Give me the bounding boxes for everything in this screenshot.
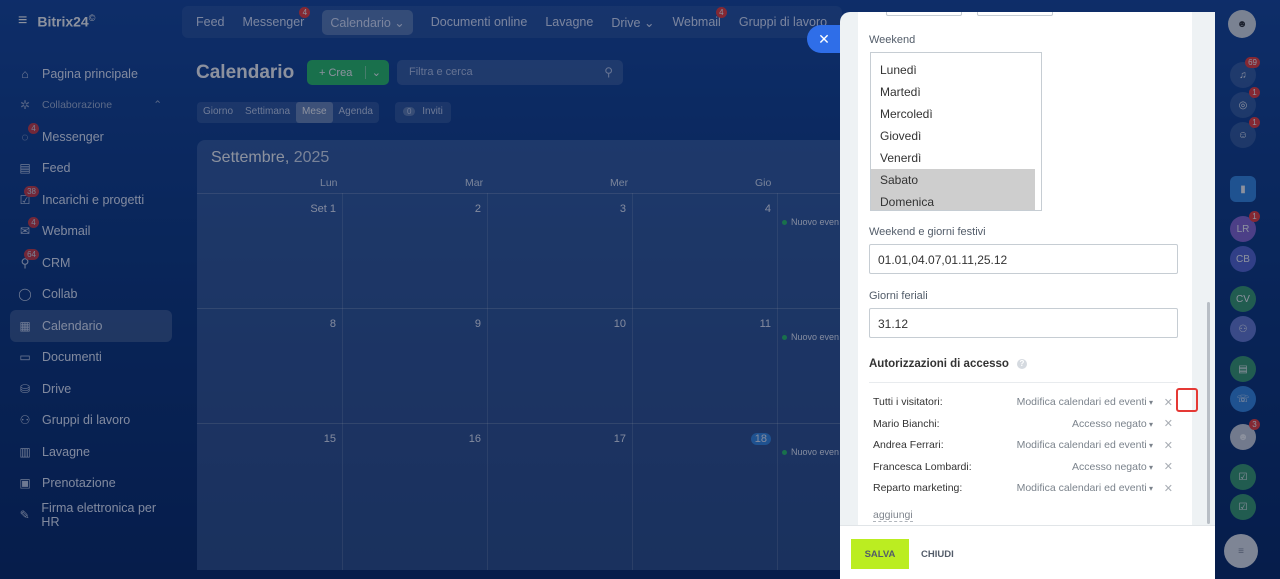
remove-icon[interactable]: ✕	[1153, 396, 1173, 409]
access-label: Autorizzazioni di accesso	[869, 358, 1009, 370]
access-row: Andrea Ferrari: Modifica calendari ed eve…	[873, 436, 1173, 454]
weekend-option[interactable]: Giovedì	[871, 125, 1041, 147]
field-top-left[interactable]	[886, 12, 962, 16]
remove-icon[interactable]: ✕	[1153, 460, 1173, 473]
workdays-label: Giorni feriali	[869, 290, 928, 302]
remove-icon[interactable]: ✕	[1153, 439, 1173, 452]
holidays-field[interactable]: 01.01,04.07,01.11,25.12	[869, 244, 1178, 274]
remove-icon[interactable]: ✕	[1153, 482, 1173, 495]
access-level-dropdown[interactable]: Accesso negato	[1072, 418, 1153, 430]
panel-footer: SALVA CHIUDI	[840, 525, 1215, 579]
access-name: Andrea Ferrari:	[873, 439, 944, 452]
save-button[interactable]: SALVA	[851, 539, 909, 569]
weekend-select[interactable]: Lunedì Martedì Mercoledì Giovedì Venerdì Saba…	[870, 52, 1042, 211]
access-level-dropdown[interactable]: Modifica calendari ed eventi	[1017, 396, 1153, 408]
access-row: Mario Bianchi: Accesso negato✕	[873, 415, 1173, 433]
access-row: Reparto marketing: Modifica calendari ed …	[873, 479, 1173, 497]
access-level-dropdown[interactable]: Accesso negato	[1072, 461, 1153, 473]
weekend-label: Weekend	[869, 34, 916, 46]
close-icon[interactable]: ✕	[818, 31, 830, 48]
access-level-dropdown[interactable]: Modifica calendari ed eventi	[1017, 482, 1153, 494]
access-divider	[869, 382, 1178, 383]
access-name: Tutti i visitatori:	[873, 396, 943, 408]
weekend-option[interactable]: Martedì	[871, 81, 1041, 103]
workdays-field[interactable]: 31.12	[869, 308, 1178, 338]
scrollbar[interactable]	[1207, 302, 1210, 524]
close-button[interactable]: CHIUDI	[921, 549, 954, 560]
weekend-option[interactable]: Sabato	[871, 169, 1035, 191]
weekend-option[interactable]: Mercoledì	[871, 103, 1041, 125]
access-row: Tutti i visitatori: Modifica calendari ed…	[873, 393, 1173, 411]
access-row: Francesca Lombardi: Accesso negato✕	[873, 458, 1173, 476]
access-level-dropdown[interactable]: Modifica calendari ed eventi	[1017, 439, 1153, 451]
weekend-option[interactable]: Lunedì	[871, 59, 1041, 81]
access-name: Francesca Lombardi:	[873, 460, 972, 473]
weekend-option[interactable]: Venerdì	[871, 147, 1041, 169]
highlighted-remove-marker	[1176, 388, 1198, 412]
access-name: Mario Bianchi:	[873, 417, 940, 430]
add-access-link[interactable]: aggiungi	[873, 509, 913, 522]
remove-icon[interactable]: ✕	[1153, 417, 1173, 430]
settings-card: Weekend Lunedì Martedì Mercoledì Giovedì Ven…	[858, 12, 1198, 532]
holidays-label: Weekend e giorni festivi	[869, 226, 986, 238]
field-top-right[interactable]	[977, 12, 1053, 16]
help-icon[interactable]: ?	[1016, 358, 1027, 369]
close-panel-button[interactable]: ✕	[807, 25, 841, 53]
access-title: Autorizzazioni di accesso?	[869, 358, 1027, 370]
weekend-option[interactable]: Domenica	[871, 191, 1035, 210]
access-name: Reparto marketing:	[873, 482, 963, 495]
settings-panel: Weekend Lunedì Martedì Mercoledì Giovedì Ven…	[840, 12, 1215, 579]
